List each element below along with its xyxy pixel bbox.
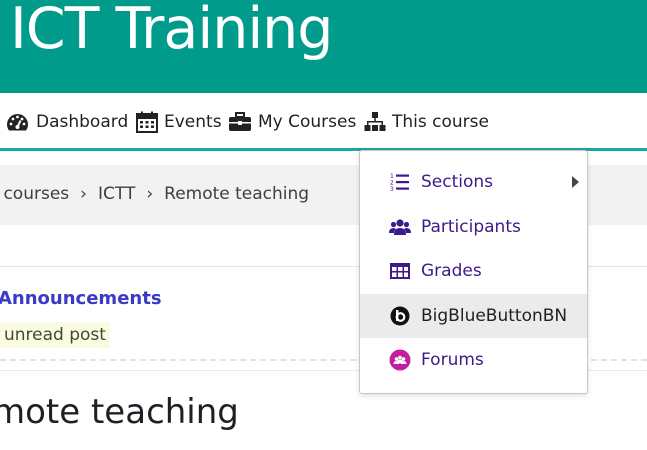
- nav-dashboard-label: Dashboard: [36, 112, 129, 132]
- unread-post-badge[interactable]: unread post: [0, 322, 110, 348]
- nav-my-courses-label: My Courses: [258, 112, 357, 132]
- menu-item-sections-label: Sections: [421, 172, 494, 192]
- menu-item-forums-label: Forums: [421, 350, 484, 370]
- submenu-caret-icon: [572, 176, 579, 188]
- site-banner: ICT Training: [0, 0, 647, 93]
- nav-events[interactable]: Events: [136, 108, 222, 136]
- nav-this-course[interactable]: This course: [364, 108, 489, 136]
- nav-my-courses[interactable]: My Courses: [228, 108, 356, 136]
- menu-item-participants-label: Participants: [421, 217, 521, 237]
- nav-this-course-label: This course: [392, 112, 489, 132]
- tachometer-icon: [7, 114, 28, 131]
- table-icon: [389, 260, 411, 282]
- sitemap-icon: [364, 112, 386, 131]
- svg-text:3: 3: [390, 186, 394, 192]
- bigbluebutton-icon: [389, 305, 411, 327]
- menu-item-forums[interactable]: Forums: [360, 338, 587, 382]
- breadcrumb-separator: ›: [80, 184, 87, 204]
- breadcrumb-separator: ›: [146, 184, 154, 204]
- menu-item-grades[interactable]: Grades: [360, 249, 587, 293]
- announcements-link[interactable]: Announcements: [0, 288, 162, 309]
- menu-item-grades-label: Grades: [421, 261, 482, 281]
- menu-item-bigbluebuttonbn[interactable]: BigBlueButtonBN: [360, 294, 587, 338]
- nav-dashboard[interactable]: Dashboard: [5, 108, 128, 136]
- users-icon: [389, 216, 411, 238]
- breadcrumb: y courses › ICTT › Remote teaching: [0, 184, 309, 204]
- course-dropdown-menu: 1 2 3 Sections Participants Grades BigBl…: [359, 150, 588, 394]
- breadcrumb-item-current: Remote teaching: [164, 184, 310, 204]
- breadcrumb-item-my-courses[interactable]: y courses: [0, 184, 69, 204]
- menu-item-participants[interactable]: Participants: [360, 205, 587, 249]
- forum-icon: [389, 349, 411, 371]
- menu-item-bigbluebuttonbn-label: BigBlueButtonBN: [421, 306, 568, 326]
- nav-events-label: Events: [164, 112, 222, 132]
- briefcase-icon: [229, 112, 251, 131]
- breadcrumb-item-ictt[interactable]: ICTT: [98, 184, 135, 204]
- numbered-list-icon: 1 2 3: [389, 171, 411, 193]
- section-title: mote teaching: [0, 392, 239, 432]
- site-title: ICT Training: [10, 0, 333, 62]
- menu-item-sections[interactable]: 1 2 3 Sections: [360, 160, 587, 204]
- calendar-icon: [136, 111, 158, 133]
